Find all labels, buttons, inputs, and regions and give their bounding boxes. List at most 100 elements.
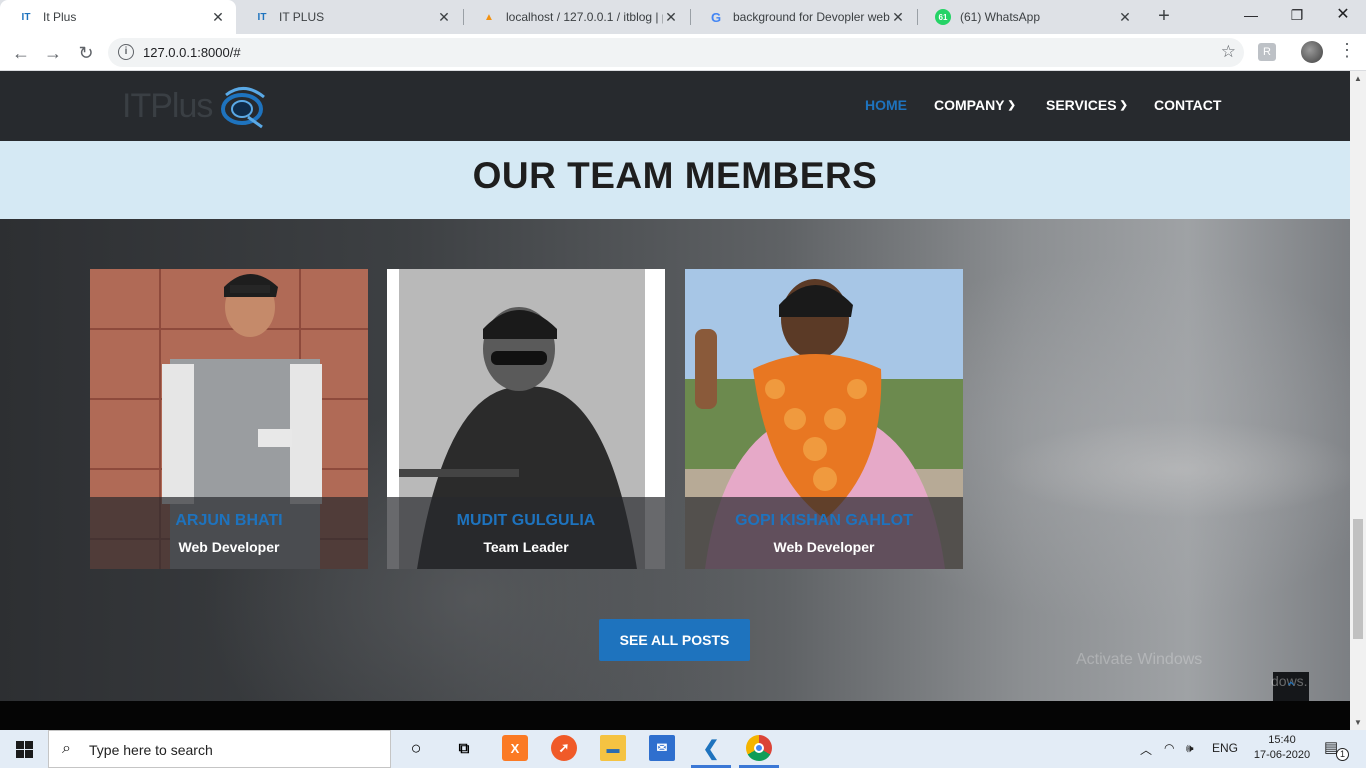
google-favicon: G [710,9,722,25]
scroll-to-top-button[interactable]: dows. ⌃ [1271,672,1309,702]
volume-icon[interactable]: 🕪 [1186,741,1194,756]
restore-button[interactable]: ❐ [1274,0,1320,30]
team-member-role: Web Developer [178,539,280,555]
notification-count-badge: 1 [1336,748,1349,761]
minimize-button[interactable]: — [1228,0,1274,30]
scroll-down-arrow-icon[interactable]: ▼ [1354,718,1362,727]
chrome-icon[interactable] [746,735,772,761]
task-view-icon[interactable]: ⧉ [451,735,477,761]
team-card[interactable]: MUDIT GULGULIA Team Leader [387,269,665,569]
postman-icon[interactable]: ➚ [551,735,577,761]
windows-logo-icon [16,750,24,758]
site-logo[interactable]: ITPlus [122,83,272,131]
forward-button[interactable]: → [40,40,66,66]
page-viewport: ITPlus HOME COMPANY ❯ SERVICES ❯ CONTACT… [0,71,1350,730]
nav-company-label: COMPANY [934,97,1005,113]
activate-windows-text: Activate Windows [1076,651,1203,668]
chevron-down-icon: ❯ [1007,99,1016,111]
nav-company[interactable]: COMPANY ❯ [934,97,1016,113]
browser-tabstrip: IT It Plus ✕ IT IT PLUS ✕ ▲ localhost / … [0,0,1366,34]
itplus-favicon: IT [257,11,267,23]
team-card[interactable]: GOPI KISHAN GAHLOT Web Developer [685,269,963,569]
team-member-role: Team Leader [483,539,569,555]
bookmark-star-icon[interactable]: ☆ [1221,42,1236,62]
nav-home-label: HOME [865,97,907,113]
section-title-band: OUR TEAM MEMBERS [0,141,1350,219]
close-window-button[interactable]: ✕ [1320,0,1366,30]
file-explorer-icon[interactable]: ▬ [600,735,626,761]
taskbar-clock[interactable]: 15:40 17-06-2020 [1252,733,1312,763]
see-all-posts-button[interactable]: SEE ALL POSTS [599,619,750,661]
new-tab-button[interactable]: + [1152,5,1176,29]
phpmyadmin-favicon: ▲ [484,11,494,23]
address-bar[interactable]: i 127.0.0.1:8000/# ☆ [108,38,1244,67]
team-section: ARJUN BHATI Web Developer MUDIT GULGULIA… [0,219,1350,702]
xampp-icon[interactable]: X [502,735,528,761]
tab-title: IT PLUS [279,10,325,24]
chrome-center-icon [754,743,764,753]
site-info-icon[interactable]: i [118,44,134,60]
url-text[interactable]: 127.0.0.1:8000/# [143,45,241,60]
nav-services-label: SERVICES [1046,97,1117,113]
wifi-icon[interactable]: ◠ [1164,741,1174,755]
team-caption: GOPI KISHAN GAHLOT Web Developer [685,497,963,569]
itplus-favicon: IT [21,11,31,23]
clock-time: 15:40 [1268,734,1296,746]
team-member-name[interactable]: MUDIT GULGULIA [387,512,665,530]
logo-text: ITPlus [122,87,213,125]
nav-contact-label: CONTACT [1154,97,1222,113]
nav-services[interactable]: SERVICES ❯ [1046,97,1128,113]
whatsapp-favicon: 61 [935,9,951,25]
logo-swirl-icon [221,87,265,129]
cortana-icon[interactable]: ○ [403,735,429,761]
tab-title: It Plus [43,10,77,24]
team-card[interactable]: ARJUN BHATI Web Developer [90,269,368,569]
windows-logo-icon [25,750,33,758]
chevron-down-icon: ❯ [1119,99,1128,111]
windows-logo-icon [16,741,24,749]
browser-menu-icon[interactable]: ⋮ [1338,40,1356,61]
browser-toolbar: ← → ↻ i 127.0.0.1:8000/# ☆ R ⋮ [0,34,1366,71]
tab-it-plus-2[interactable]: IT IT PLUS ✕ [236,0,462,34]
language-indicator[interactable]: ENG [1212,741,1238,755]
tab-it-plus[interactable]: IT It Plus ✕ [0,0,236,34]
team-caption: ARJUN BHATI Web Developer [90,497,368,569]
chevron-up-icon: ⌃ [1285,679,1297,695]
close-tab-icon[interactable]: ✕ [890,9,906,26]
vscode-icon[interactable]: ❮ [698,735,724,761]
nav-contact[interactable]: CONTACT [1154,97,1221,113]
mail-icon[interactable]: ✉ [649,735,675,761]
section-title: OUR TEAM MEMBERS [472,155,878,196]
team-member-name[interactable]: ARJUN BHATI [90,512,368,530]
page-scrollbar[interactable]: ▲ ▼ [1350,71,1366,730]
windows-taskbar: ⌕ Type here to search ○ ⧉ X ➚ ▬ ✉ ❮ ︿ ◠ … [0,730,1366,768]
close-tab-icon[interactable]: ✕ [436,9,452,26]
scroll-up-arrow-icon[interactable]: ▲ [1354,74,1362,83]
close-tab-icon[interactable]: ✕ [1117,9,1133,26]
windows-logo-icon [25,741,33,749]
search-icon: ⌕ [62,740,71,757]
close-tab-icon[interactable]: ✕ [663,9,679,26]
tab-whatsapp[interactable]: 61 (61) WhatsApp ✕ [917,0,1143,34]
team-member-role: Web Developer [773,539,875,555]
site-footer [0,701,1350,730]
reload-button[interactable]: ↻ [73,40,99,66]
team-member-name[interactable]: GOPI KISHAN GAHLOT [685,512,963,530]
tab-title: (61) WhatsApp [960,10,1041,24]
extension-icon[interactable]: R [1258,43,1276,61]
tab-title: localhost / 127.0.0.1 / itblog | p [506,10,663,24]
close-tab-icon[interactable]: ✕ [210,9,226,26]
taskbar-search[interactable]: ⌕ Type here to search [48,730,391,768]
back-button[interactable]: ← [8,40,34,66]
tab-phpmyadmin[interactable]: ▲ localhost / 127.0.0.1 / itblog | p ✕ [463,0,689,34]
tab-title: background for Devopler web [733,10,890,24]
show-hidden-icons[interactable]: ︿ [1140,741,1152,758]
search-placeholder[interactable]: Type here to search [89,742,213,758]
nav-home[interactable]: HOME [865,97,907,113]
scrollbar-thumb[interactable] [1353,519,1363,639]
tab-google-search[interactable]: G background for Devopler web ✕ [690,0,916,34]
site-navbar: ITPlus HOME COMPANY ❯ SERVICES ❯ CONTACT [0,71,1350,141]
profile-avatar[interactable] [1301,41,1323,63]
team-caption: MUDIT GULGULIA Team Leader [387,497,665,569]
start-button[interactable] [0,730,48,768]
